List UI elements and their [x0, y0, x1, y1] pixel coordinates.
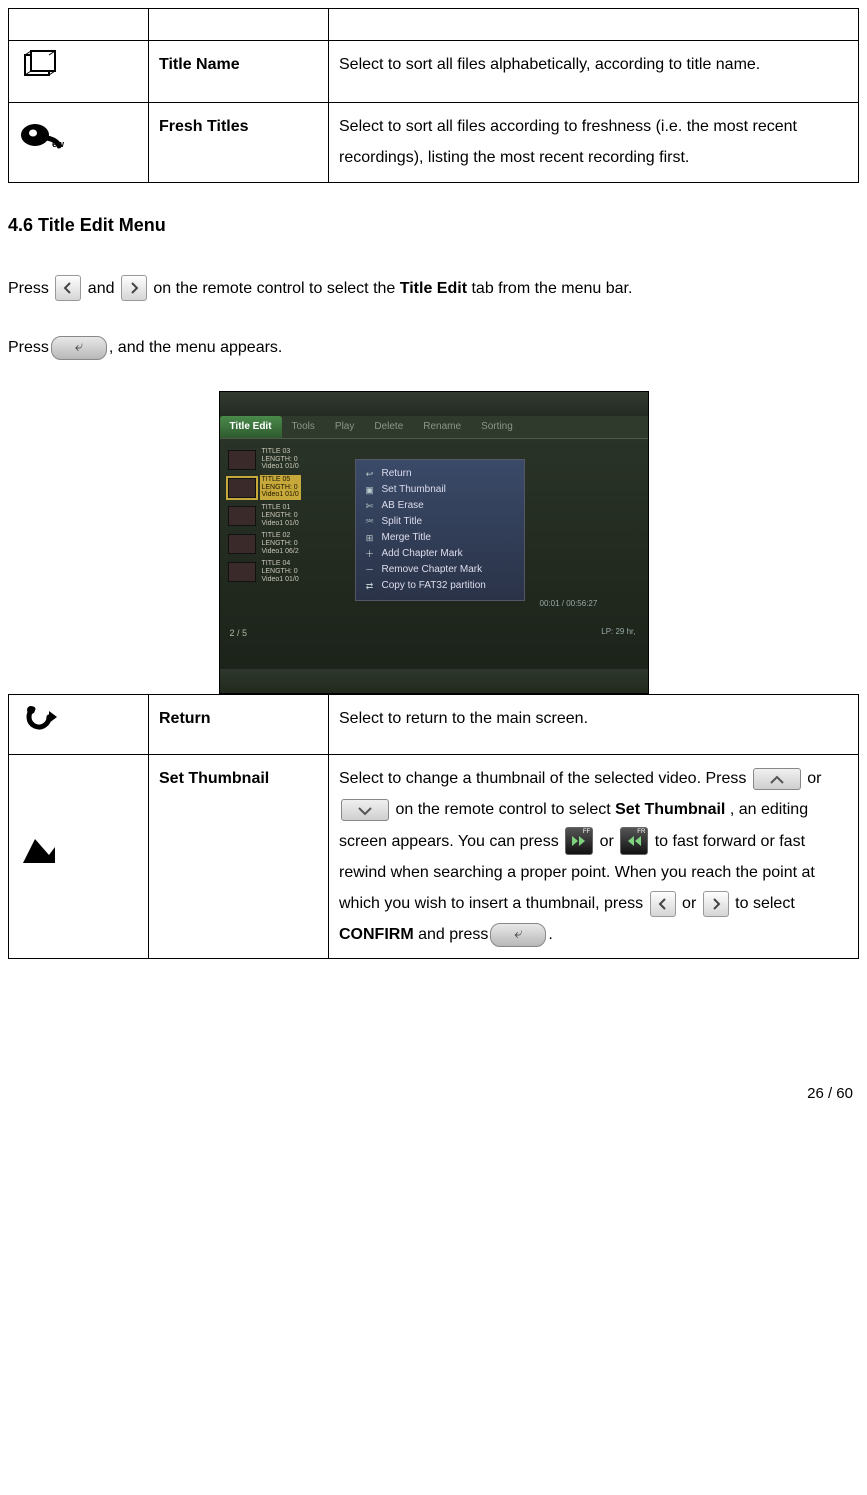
right-arrow-icon: [703, 891, 729, 917]
text: on the remote control to select: [395, 801, 615, 818]
text: , and the menu appears.: [109, 339, 282, 356]
tab-tools: Tools: [282, 416, 325, 438]
down-arrow-icon: [341, 799, 389, 821]
title-name-desc: Select to sort all files alphabetically,…: [329, 41, 859, 103]
text: or: [807, 770, 821, 787]
return-desc: Select to return to the main screen.: [329, 695, 859, 755]
instruction-para-1: Press and on the remote control to selec…: [8, 273, 859, 304]
title-name-icon: [19, 49, 61, 94]
set-thumbnail-bold: Set Thumbnail: [615, 801, 725, 818]
tab-play: Play: [325, 416, 364, 438]
title-name-label: Title Name: [149, 41, 329, 103]
return-label: Return: [149, 695, 329, 755]
text: Press: [8, 280, 53, 297]
text: .: [548, 926, 552, 943]
fast-forward-icon: FF: [565, 827, 593, 855]
page-number: 26 / 60: [8, 1079, 859, 1108]
svg-text:ew: ew: [52, 139, 65, 149]
text: or: [600, 833, 619, 850]
text: or: [682, 895, 701, 912]
lp-status: LP: 29 hr,: [601, 627, 635, 637]
text: to select: [735, 895, 795, 912]
set-thumbnail-desc: Select to change a thumbnail of the sele…: [329, 755, 859, 959]
confirm-bold: CONFIRM: [339, 926, 414, 943]
fresh-titles-icon: ew: [19, 120, 65, 165]
up-arrow-icon: [753, 768, 801, 790]
left-arrow-icon: [55, 275, 81, 301]
context-menu: ↩Return ▣Set Thumbnail ✄AB Erase ⎃Split …: [355, 459, 525, 601]
enter-button-icon: ⤶: [490, 923, 546, 947]
fresh-titles-desc: Select to sort all files according to fr…: [329, 103, 859, 182]
text: and: [88, 280, 119, 297]
title-edit-bold: Title Edit: [400, 280, 467, 297]
text: and press: [418, 926, 488, 943]
screenshot-tabs: Title Edit Tools Play Delete Rename Sort…: [220, 416, 648, 439]
instruction-para-2: Press⤶, and the menu appears.: [8, 332, 859, 363]
text: tab from the menu bar.: [471, 280, 632, 297]
text: Select to change a thumbnail of the sele…: [339, 770, 751, 787]
tab-sorting: Sorting: [471, 416, 523, 438]
fast-rewind-icon: FR: [620, 827, 648, 855]
sort-options-table: Title Name Select to sort all files alph…: [8, 8, 859, 183]
tab-title-edit: Title Edit: [220, 416, 282, 438]
left-arrow-icon: [650, 891, 676, 917]
set-thumbnail-label: Set Thumbnail: [149, 755, 329, 959]
fresh-titles-label: Fresh Titles: [149, 103, 329, 182]
text: Press: [8, 339, 49, 356]
tab-delete: Delete: [364, 416, 413, 438]
section-heading: 4.6 Title Edit Menu: [8, 208, 859, 243]
enter-button-icon: ⤶: [51, 336, 107, 360]
text: on the remote control to select the: [153, 280, 399, 297]
tab-rename: Rename: [413, 416, 471, 438]
title-edit-options-table: Return Select to return to the main scre…: [8, 694, 859, 959]
time-status: 00:01 / 00:56:27: [540, 599, 598, 609]
set-thumbnail-icon: [19, 856, 59, 873]
title-edit-screenshot: Title Edit Tools Play Delete Rename Sort…: [219, 391, 649, 694]
list-count: 2 / 5: [230, 628, 248, 639]
title-list: TITLE 03LENGTH: 0Video1 01/0 TITLE 05LEN…: [228, 447, 343, 584]
return-icon: [19, 703, 63, 746]
right-arrow-icon: [121, 275, 147, 301]
